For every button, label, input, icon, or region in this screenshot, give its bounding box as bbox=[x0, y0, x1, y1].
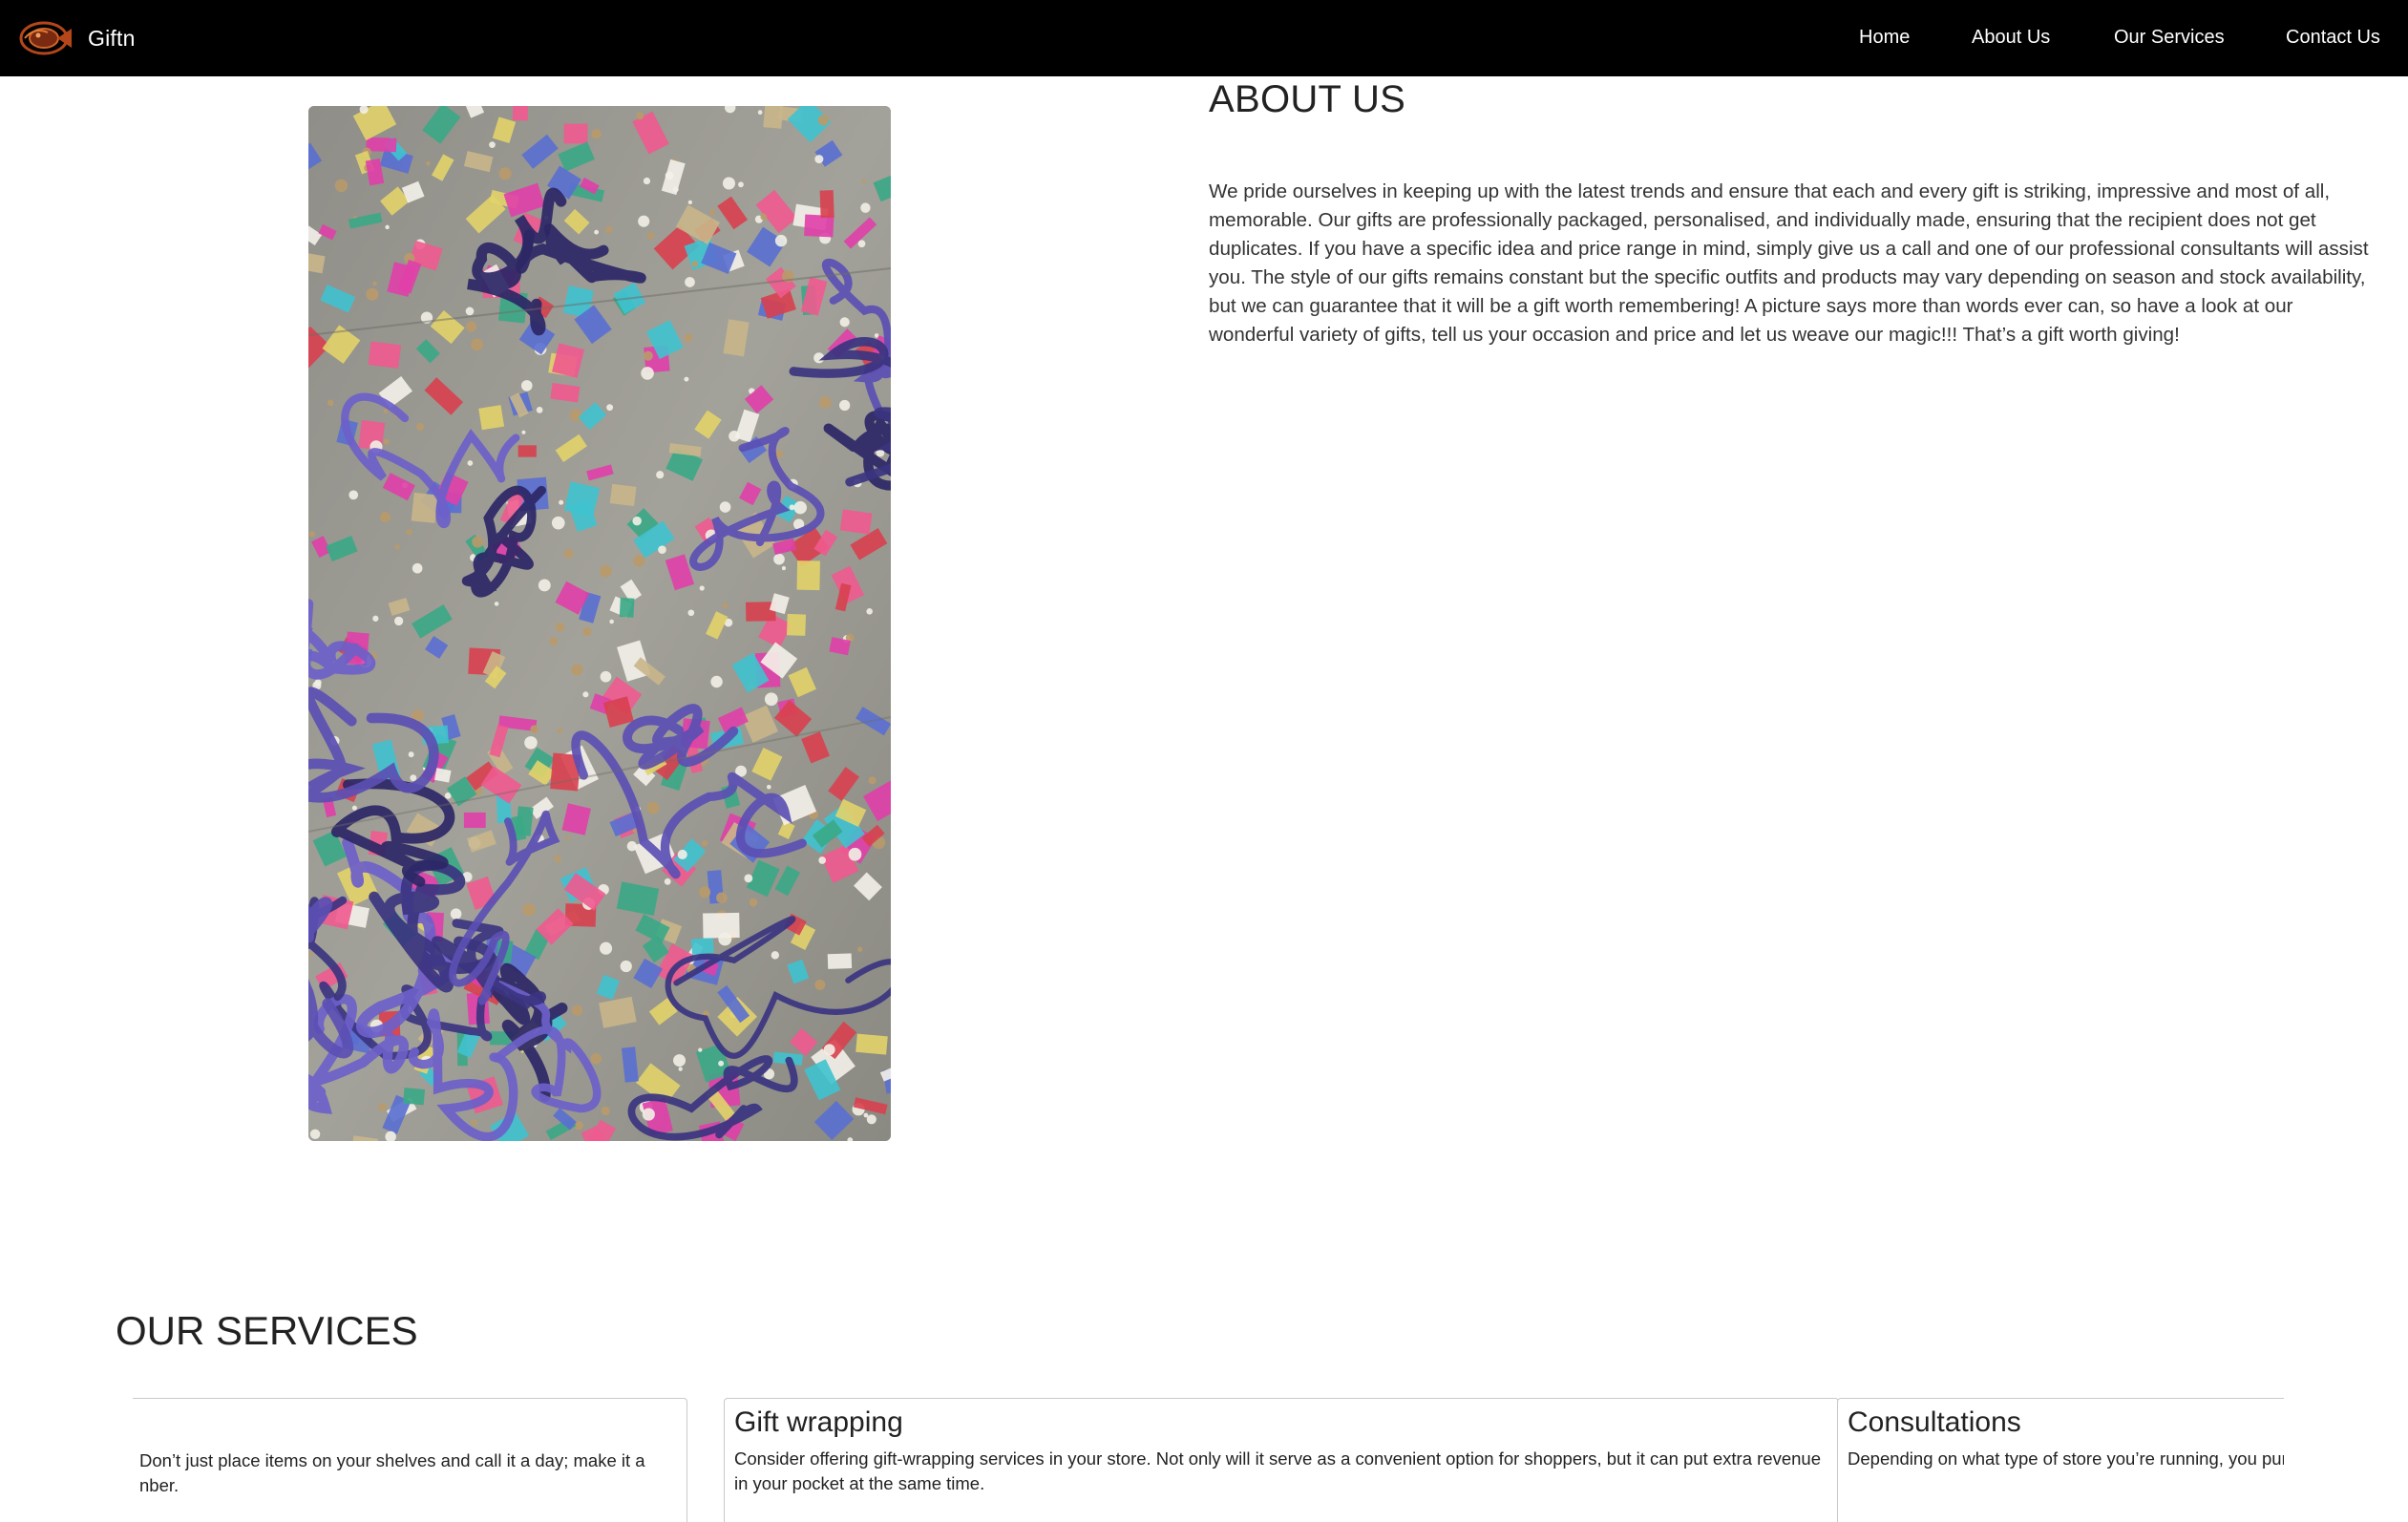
service-card-consultations[interactable]: Consultations Depending on what type of … bbox=[1837, 1398, 2284, 1522]
nav-link-contact-us[interactable]: Contact Us bbox=[2286, 27, 2380, 49]
service-card-title: Gift wrapping bbox=[734, 1406, 903, 1438]
service-card-text: Depending on what type of store you’re r… bbox=[1848, 1448, 2284, 1469]
top-navbar: Giftn Home About Us Our Services Contact… bbox=[0, 0, 2408, 76]
nav-link-home[interactable]: Home bbox=[1859, 27, 1910, 49]
service-card-gift-wrapping[interactable]: Gift wrapping Consider offering gift-wra… bbox=[724, 1398, 1839, 1522]
service-card-title: Consultations bbox=[1848, 1406, 2021, 1438]
about-title: ABOUT US bbox=[1209, 78, 1406, 120]
confetti-streamers-photo bbox=[308, 106, 891, 1141]
brand-link[interactable]: Giftn bbox=[19, 17, 136, 59]
services-carousel[interactable]: Don’t just place items on your shelves a… bbox=[133, 1398, 2284, 1522]
brand-name: Giftn bbox=[88, 25, 136, 51]
nav-link-our-services[interactable]: Our Services bbox=[2114, 27, 2225, 49]
service-card-text: Don’t just place items on your shelves a… bbox=[139, 1450, 645, 1495]
nav-link-about-us[interactable]: About Us bbox=[1972, 27, 2050, 49]
fish-logo-icon bbox=[19, 21, 72, 55]
service-card[interactable]: Don’t just place items on your shelves a… bbox=[133, 1398, 687, 1522]
service-card-text: Consider offering gift-wrapping services… bbox=[734, 1448, 1821, 1493]
services-title: OUR SERVICES bbox=[116, 1308, 418, 1353]
about-paragraph: We pride ourselves in keeping up with th… bbox=[1209, 180, 2369, 346]
